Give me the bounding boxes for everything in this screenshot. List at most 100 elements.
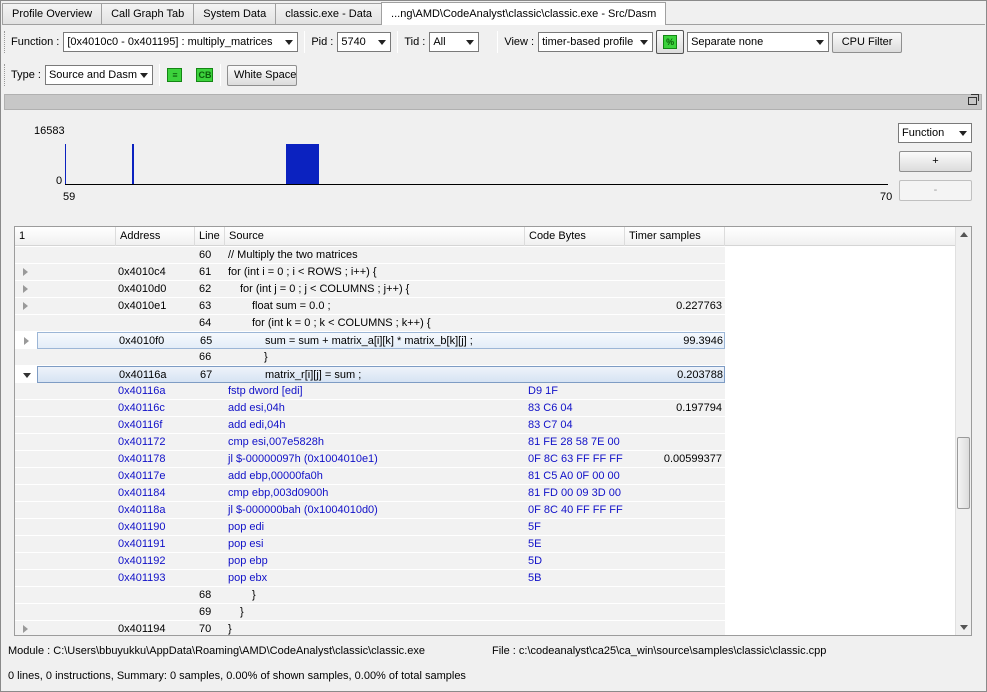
source-row[interactable]: 0x4010c4 61 for (int i = 0 ; i < ROWS ; i+…	[15, 264, 725, 281]
histogram-bar[interactable]	[285, 144, 320, 184]
timer-samples-cell	[627, 417, 722, 434]
source-cell: }	[252, 589, 256, 601]
expand-icon[interactable]	[23, 625, 28, 633]
line-cell: 60	[199, 249, 212, 261]
pid-select[interactable]: 5740	[337, 32, 392, 52]
asm-row[interactable]: 0x40117e add ebp,00000fa0h 81 C5 A0 0F 00 …	[15, 468, 725, 485]
asm-row[interactable]: 0x401172 cmp esi,007e5828h 81 FE 28 58 7E …	[15, 434, 725, 451]
separate-select[interactable]: Separate none	[687, 32, 830, 52]
zoom-out-button[interactable]: -	[899, 180, 972, 201]
toolbar-separator	[158, 64, 160, 86]
tab-classic-data[interactable]: classic.exe - Data	[275, 3, 383, 24]
address-cell: 0x401172	[118, 436, 166, 448]
toolbar-function: Function : [0x4010c0 - 0x401195] : multi…	[4, 28, 903, 56]
source-row[interactable]: 0x401194 70}	[15, 621, 725, 635]
histogram-bar[interactable]	[65, 144, 67, 184]
timer-samples-cell	[627, 536, 722, 553]
scroll-up-icon[interactable]	[960, 232, 968, 237]
asm-row[interactable]: 0x401193 pop ebx 5B	[15, 570, 725, 587]
source-cell: }	[264, 351, 268, 363]
timer-samples-cell	[627, 264, 722, 281]
source-view-button[interactable]: ≡	[166, 66, 184, 84]
view-select[interactable]: timer-based profile	[538, 32, 654, 52]
address-cell: 0x4010f0	[119, 335, 165, 347]
source-row[interactable]: 0x40116a 67 matrix_r[i][j] = sum ; 0.203788	[23, 366, 725, 383]
toolbar-grip[interactable]	[4, 64, 7, 86]
asm-row[interactable]: 0x401192 pop ebp 5D	[15, 553, 725, 570]
source-row[interactable]: 60 // Multiply the two matrices	[15, 247, 725, 264]
chevron-down-icon	[285, 40, 294, 45]
vertical-scrollbar[interactable]	[955, 227, 971, 635]
column-header-code-bytes[interactable]: Code Bytes	[525, 227, 625, 246]
timer-samples-cell: 0.00599377	[663, 453, 722, 465]
scrollbar-thumb[interactable]	[957, 437, 970, 509]
scroll-down-icon[interactable]	[960, 625, 968, 630]
x-max-label: 70	[880, 191, 893, 203]
timer-samples-cell	[627, 485, 722, 502]
collapse-icon[interactable]	[23, 373, 31, 378]
code-bytes-cell: 0F 8C 40 FF FF FF	[528, 504, 623, 516]
toolbar-separator	[304, 31, 306, 53]
percent-toggle-button[interactable]: %	[656, 30, 685, 54]
asm-row[interactable]: 0x401178 jl $-00000097h (0x1004010e1) 0F 8…	[15, 451, 725, 468]
asm-row[interactable]: 0x401190 pop edi 5F	[15, 519, 725, 536]
source-row[interactable]: 0x4010e1 63 float sum = 0.0 ; 0.227763	[15, 298, 725, 315]
histogram-scope-select[interactable]: Function	[898, 123, 972, 143]
white-space-button[interactable]: White Space	[226, 64, 297, 86]
expand-icon[interactable]	[24, 337, 29, 345]
address-cell: 0x4010d0	[118, 283, 167, 295]
column-header-index[interactable]: 1	[15, 227, 116, 246]
column-header-address[interactable]: Address	[116, 227, 195, 246]
timer-samples-cell	[627, 621, 722, 635]
asm-row[interactable]: 0x40116f add edi,04h 83 C7 04	[15, 417, 725, 434]
expand-icon[interactable]	[23, 268, 28, 276]
summary-status: 0 lines, 0 instructions, Summary: 0 samp…	[8, 670, 466, 682]
timer-samples-cell: 0.197794	[676, 402, 722, 414]
source-cell: pop ebp	[228, 555, 268, 567]
address-cell: 0x401192	[118, 555, 166, 567]
separate-select-value: Separate none	[691, 36, 764, 48]
timer-samples-cell	[627, 468, 722, 485]
zoom-in-button[interactable]: +	[899, 151, 972, 172]
asm-row[interactable]: 0x401191 pop esi 5E	[15, 536, 725, 553]
function-select[interactable]: [0x4010c0 - 0x401195] : multiply_matrice…	[63, 32, 299, 52]
code-bytes-button[interactable]: CB	[196, 66, 214, 84]
column-header-timer-samples[interactable]: Timer samples	[625, 227, 725, 246]
tid-select[interactable]: All	[429, 32, 480, 52]
expand-icon[interactable]	[23, 285, 28, 293]
asm-row[interactable]: 0x40116c add esi,04h 83 C6 04 0.197794	[15, 400, 725, 417]
histogram-bar[interactable]	[132, 144, 134, 184]
asm-row[interactable]: 0x40116a fstp dword [edi] D9 1F	[15, 383, 725, 400]
column-header-line[interactable]: Line	[195, 227, 225, 246]
file-path: File : c:\codeanalyst\ca25\ca_win\source…	[492, 645, 827, 657]
cpu-filter-button[interactable]: CPU Filter	[832, 31, 903, 53]
column-header-source[interactable]: Source	[225, 227, 525, 246]
source-row[interactable]: 69}	[15, 604, 725, 621]
asm-row[interactable]: 0x40118a jl $-000000bah (0x1004010d0) 0F 8…	[15, 502, 725, 519]
timer-samples-cell	[627, 281, 722, 298]
type-select[interactable]: Source and Dasm	[44, 65, 153, 85]
source-row[interactable]: 68}	[15, 587, 725, 604]
toolbar-grip[interactable]	[4, 31, 7, 53]
tab-profile-overview[interactable]: Profile Overview	[2, 3, 103, 24]
asm-row[interactable]: 0x401184 cmp ebp,003d0900h 81 FD 00 09 3D …	[15, 485, 725, 502]
tab-call-graph[interactable]: Call Graph Tab	[101, 3, 195, 24]
source-row[interactable]: 0x4010d0 62 for (int j = 0 ; j < COLUMNS ;…	[15, 281, 725, 298]
tab-system-data[interactable]: System Data	[193, 3, 277, 24]
code-bytes-cell: 0F 8C 63 FF FF FF	[528, 453, 623, 465]
address-cell: 0x401190	[118, 521, 166, 533]
restore-window-icon[interactable]	[968, 94, 979, 105]
address-cell: 0x4010e1	[118, 300, 167, 312]
source-row[interactable]: 0x4010f0 65 sum = sum + matrix_a[i][k] * m…	[24, 332, 725, 349]
source-cell: add edi,04h	[228, 419, 286, 431]
source-cell: }	[228, 623, 232, 635]
expand-icon[interactable]	[23, 302, 28, 310]
toolbar-type: Type : Source and Dasm ≡ CB White Space	[4, 61, 297, 89]
source-row[interactable]: 64 for (int k = 0 ; k < COLUMNS ; k++) {	[15, 315, 725, 332]
timer-samples-cell	[627, 383, 722, 400]
line-cell: 65	[200, 335, 213, 347]
tab-src-dasm[interactable]: ...ng\AMD\CodeAnalyst\classic\classic.ex…	[381, 2, 667, 25]
x-axis	[65, 184, 888, 185]
source-row[interactable]: 66}	[15, 349, 725, 366]
code-bytes-cell: 83 C6 04	[528, 402, 573, 414]
